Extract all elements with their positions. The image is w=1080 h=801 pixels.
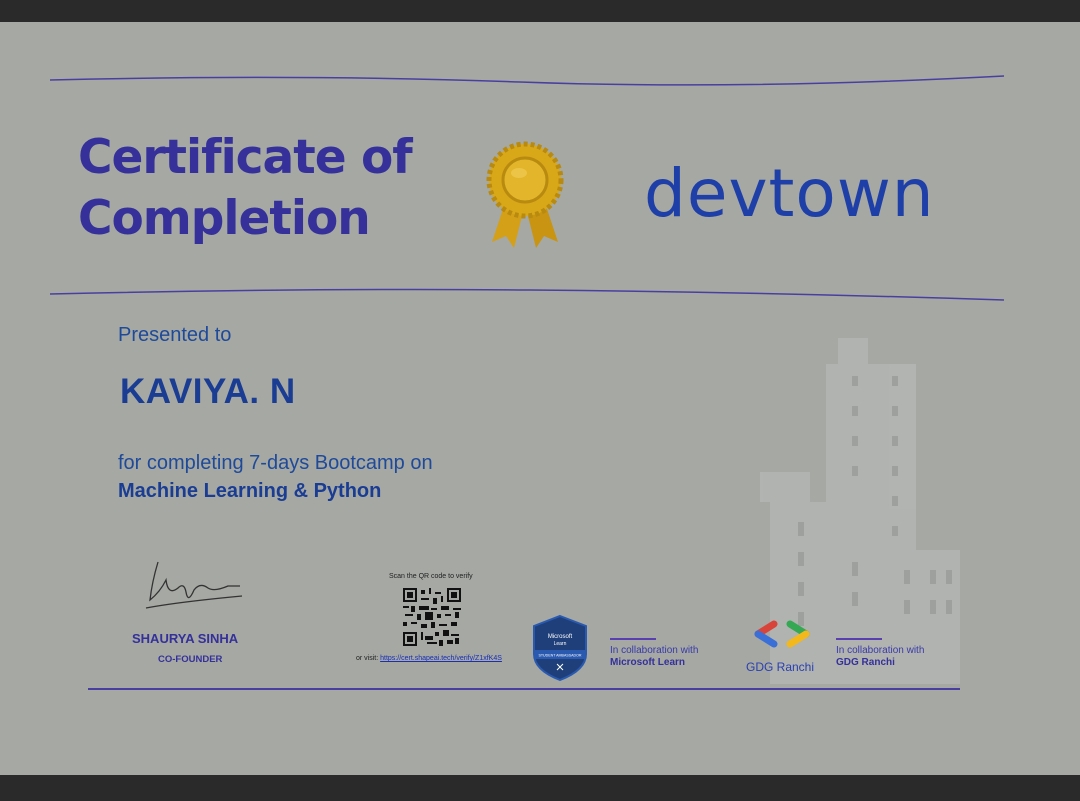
collab2-label: In collaboration with <box>836 645 925 656</box>
qr-code-icon[interactable] <box>403 588 461 646</box>
award-medal-icon <box>486 141 564 248</box>
certificate-title: Certificate of Completion <box>78 127 413 249</box>
collab-accent-1 <box>610 638 656 640</box>
badge-line-2: Learn <box>554 641 567 647</box>
collab-microsoft: In collaboration with Microsoft Learn <box>610 645 698 669</box>
verify-url-line: or visit: https://cert.shapeai.tech/veri… <box>356 655 502 662</box>
course-name: Machine Learning & Python <box>118 480 382 502</box>
devtown-logo: devtown <box>644 155 935 232</box>
collab-accent-2 <box>836 638 882 640</box>
devtown-logo-text: devtown <box>644 155 935 232</box>
collab-gdg: In collaboration with GDG Ranchi <box>836 645 924 669</box>
verify-url-link[interactable]: https://cert.shapeai.tech/verify/Z1xfK4S <box>380 655 502 662</box>
recipient-name: KAVIYA. N <box>120 372 296 411</box>
signature <box>145 561 243 609</box>
gdg-logo-icon <box>754 620 810 648</box>
badge-ribbon-text: STUDENT AMBASSADOR <box>538 654 581 658</box>
gdg-logo-text: GDG Ranchi <box>746 660 815 674</box>
verify-url-prefix: or visit: <box>356 655 379 662</box>
badge-line-1: Microsoft <box>548 634 573 640</box>
signatory-role: CO-FOUNDER <box>158 654 223 665</box>
presented-to-label: Presented to <box>118 324 232 346</box>
certificate: Certificate of Completion devtown Presen… <box>0 22 1080 775</box>
collab1-name: Microsoft Learn <box>610 657 686 668</box>
microsoft-learn-badge-icon: Microsoft Learn STUDENT AMBASSADOR <box>533 614 587 682</box>
completion-description: for completing 7-days Bootcamp on <box>118 452 433 474</box>
title-line-1: Certificate of <box>78 130 413 185</box>
collab1-label: In collaboration with <box>610 645 699 656</box>
title-line-2: Completion <box>78 191 371 246</box>
bottom-divider <box>88 688 960 690</box>
signatory-name: SHAURYA SINHA <box>132 631 239 646</box>
collab2-name: GDG Ranchi <box>836 657 895 668</box>
scan-qr-text: Scan the QR code to verify <box>389 573 473 580</box>
